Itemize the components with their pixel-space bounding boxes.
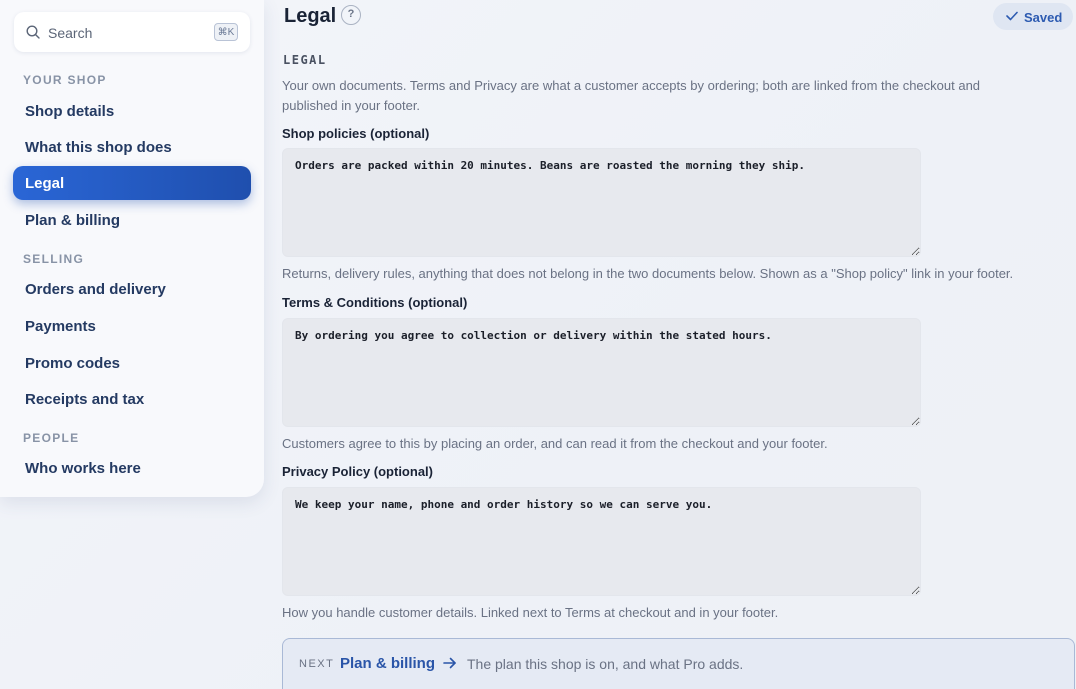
section-title-people: PEOPLE	[23, 431, 80, 445]
search-shortcut-badge: ⌘K	[214, 23, 238, 41]
settings-sidebar: Search ⌘K YOUR SHOP Shop details What th…	[0, 0, 264, 497]
next-title[interactable]: Plan & billing	[340, 655, 435, 672]
search-placeholder[interactable]: Search	[48, 25, 92, 41]
sidebar-item-payments[interactable]: Payments	[25, 318, 96, 335]
sidebar-item-receipts-tax[interactable]: Receipts and tax	[25, 391, 144, 408]
next-description: The plan this shop is on, and what Pro a…	[467, 656, 744, 672]
search-icon	[26, 25, 40, 39]
sidebar-item-orders-delivery[interactable]: Orders and delivery	[25, 281, 166, 298]
help-icon[interactable]: ?	[341, 5, 361, 25]
terms-help: Customers agree to this by placing an or…	[282, 436, 828, 451]
shop-policies-help: Returns, delivery rules, anything that d…	[282, 266, 1014, 281]
shop-policies-label: Shop policies (optional)	[282, 126, 430, 141]
terms-textarea[interactable]: By ordering you agree to collection or d…	[282, 318, 921, 427]
saved-status-badge: Saved	[993, 3, 1073, 30]
next-label: NEXT	[299, 658, 335, 670]
search-box[interactable]: Search ⌘K	[14, 12, 250, 52]
section-heading: LEGAL	[283, 53, 327, 67]
sidebar-item-shop-details[interactable]: Shop details	[25, 103, 114, 120]
sidebar-item-plan-billing[interactable]: Plan & billing	[25, 212, 120, 229]
sidebar-item-legal-label: Legal	[25, 175, 65, 192]
sidebar-item-what-this-shop-does[interactable]: What this shop does	[25, 139, 172, 156]
check-icon	[1006, 11, 1018, 21]
next-step-card[interactable]: NEXT Plan & billing The plan this shop i…	[282, 638, 1075, 689]
section-title-your-shop: YOUR SHOP	[23, 73, 107, 87]
privacy-help: How you handle customer details. Linked …	[282, 605, 779, 620]
sidebar-item-legal[interactable]: Legal	[13, 166, 251, 200]
sidebar-item-promo-codes[interactable]: Promo codes	[25, 355, 120, 372]
section-title-selling: SELLING	[23, 252, 85, 266]
privacy-label: Privacy Policy (optional)	[282, 464, 433, 479]
privacy-textarea[interactable]: We keep your name, phone and order histo…	[282, 487, 921, 596]
section-description: Your own documents. Terms and Privacy ar…	[282, 78, 981, 113]
arrow-right-icon	[443, 657, 456, 669]
saved-label: Saved	[1024, 10, 1063, 25]
terms-label: Terms & Conditions (optional)	[282, 295, 468, 310]
sidebar-item-who-works-here[interactable]: Who works here	[25, 460, 141, 477]
page-title: Legal	[284, 5, 337, 27]
shop-policies-textarea[interactable]: Orders are packed within 20 minutes. Bea…	[282, 148, 921, 257]
